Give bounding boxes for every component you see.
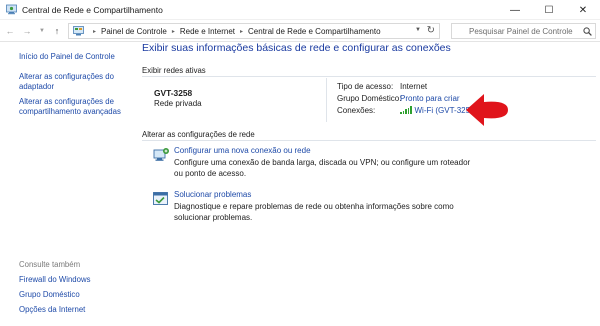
- breadcrumb-separator-icon: ▸: [171, 28, 175, 35]
- change-settings-heading: Alterar as configurações de rede: [142, 130, 255, 139]
- see-also-link-homegroup[interactable]: Grupo Doméstico: [19, 290, 137, 300]
- section-divider: [142, 140, 596, 141]
- breadcrumb-network-sharing-center[interactable]: Central de Rede e Compartilhamento: [248, 27, 381, 36]
- troubleshoot-link[interactable]: Solucionar problemas: [174, 190, 251, 199]
- section-divider: [142, 76, 596, 77]
- search-field[interactable]: Pesquisar Painel de Controle: [451, 23, 596, 39]
- refresh-icon[interactable]: ↻: [427, 25, 435, 36]
- window-title: Central de Rede e Compartilhamento: [22, 5, 163, 15]
- homegroup-link[interactable]: Pronto para criar: [400, 94, 460, 103]
- back-arrow-icon[interactable]: ←: [3, 24, 17, 38]
- network-info-divider: [326, 78, 327, 122]
- address-dropdown-icon[interactable]: ▼: [415, 27, 421, 33]
- homegroup-label: Grupo Doméstico:: [337, 94, 402, 103]
- network-setup-icon: [153, 148, 169, 161]
- page-title: Exibir suas informações básicas de rede …: [142, 42, 451, 54]
- network-name: GVT-3258: [154, 88, 193, 98]
- minimize-button[interactable]: —: [498, 0, 532, 20]
- forward-arrow-icon[interactable]: →: [20, 24, 34, 38]
- setup-connection-description: Configure uma conexão de banda larga, di…: [174, 158, 471, 178]
- access-type-label: Tipo de acesso:: [337, 82, 394, 91]
- main-pane: Exibir suas informações básicas de rede …: [138, 42, 600, 326]
- see-also-link-windows-firewall[interactable]: Firewall do Windows: [19, 275, 137, 285]
- maximize-button[interactable]: ☐: [532, 0, 566, 20]
- access-type-value: Internet: [400, 82, 428, 91]
- network-category-link[interactable]: Rede privada: [154, 99, 202, 108]
- search-placeholder: Pesquisar Painel de Controle: [469, 26, 573, 36]
- troubleshoot-description: Diagnostique e repare problemas de rede …: [174, 202, 454, 222]
- wifi-signal-icon: [400, 106, 412, 114]
- task-setup-connection: Configurar uma nova conexão ou rede Conf…: [152, 146, 592, 178]
- navigation-bar: ← → ▼ ↑ ▸ Painel de Controle ▸ Rede e In…: [0, 20, 600, 42]
- breadcrumb-network-internet[interactable]: Rede e Internet: [180, 27, 235, 36]
- see-also-link-internet-options[interactable]: Opções da Internet: [19, 305, 137, 315]
- recent-locations-chevron-icon[interactable]: ▼: [35, 24, 49, 38]
- troubleshoot-icon: [153, 192, 168, 205]
- control-panel-icon: [73, 26, 84, 36]
- sidebar-link-control-panel-home[interactable]: Início do Painel de Controle: [19, 52, 137, 62]
- up-arrow-icon[interactable]: ↑: [50, 24, 64, 38]
- sidebar-link-advanced-sharing-settings[interactable]: Alterar as configurações de compartilham…: [19, 97, 137, 117]
- breadcrumb-separator-icon: ▸: [93, 28, 97, 35]
- left-pane: Início do Painel de Controle Alterar as …: [0, 42, 138, 326]
- see-also-heading: Consulte também: [19, 260, 81, 269]
- red-annotation-arrow-icon: [466, 94, 508, 126]
- task-troubleshoot: Solucionar problemas Diagnostique e repa…: [152, 190, 592, 222]
- address-bar[interactable]: ▸ Painel de Controle ▸ Rede e Internet ▸…: [68, 23, 440, 39]
- search-icon[interactable]: [579, 24, 595, 38]
- title-bar: Central de Rede e Compartilhamento — ☐ ✕: [0, 0, 600, 20]
- network-center-icon: [6, 4, 17, 15]
- active-networks-heading: Exibir redes ativas: [142, 66, 206, 75]
- breadcrumb-control-panel[interactable]: Painel de Controle: [101, 27, 167, 36]
- setup-connection-link[interactable]: Configurar uma nova conexão ou rede: [174, 146, 311, 155]
- close-button[interactable]: ✕: [566, 0, 600, 20]
- breadcrumb-separator-icon: ▸: [240, 28, 244, 35]
- connections-label: Conexões:: [337, 106, 376, 115]
- sidebar-link-change-adapter-settings[interactable]: Alterar as configurações do adaptador: [19, 72, 137, 92]
